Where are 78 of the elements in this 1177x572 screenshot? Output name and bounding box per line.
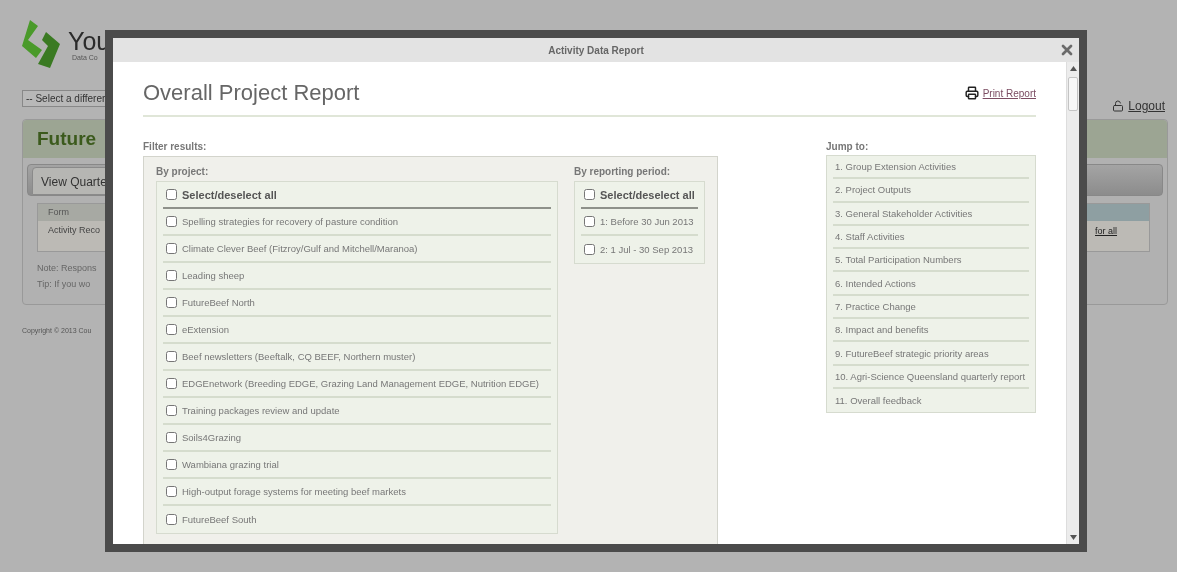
checkbox-label: FutureBeef North	[182, 297, 255, 308]
printer-icon	[964, 86, 979, 100]
jump-link[interactable]: 2. Project Outputs	[833, 179, 1029, 203]
note-text: Note: Respons	[36, 263, 97, 273]
checkbox[interactable]	[166, 351, 177, 362]
checkbox[interactable]	[584, 216, 595, 227]
checkbox-row[interactable]: FutureBeef South	[163, 506, 551, 533]
checkbox-label: 1: Before 30 Jun 2013	[600, 216, 694, 227]
scroll-down-icon[interactable]	[1069, 535, 1077, 540]
checkbox-label: Leading sheep	[182, 270, 245, 281]
checkbox-label: Spelling strategies for recovery of pasture condition	[182, 216, 398, 227]
checkbox[interactable]	[166, 378, 177, 389]
table-link[interactable]: for all	[1095, 221, 1149, 236]
checkbox-label: eExtension	[182, 324, 229, 335]
jump-link[interactable]: 4. Staff Activities	[833, 225, 1029, 250]
lock-icon	[1112, 100, 1125, 112]
checkbox-row[interactable]: 2: 1 Jul - 30 Sep 2013	[581, 236, 698, 263]
checkbox-label: Beef newsletters (Beeftalk, CQ BEEF, Northern muster)	[182, 351, 416, 362]
checkbox-label: EDGEnetwork (Breeding EDGE, Grazing Land Management EDGE, Nutrition EDGE)	[182, 378, 539, 389]
checkbox-row[interactable]: Soils4Grazing	[163, 425, 551, 452]
checkbox-label: Training packages review and update	[182, 405, 340, 416]
checkbox[interactable]	[166, 514, 177, 525]
checkbox[interactable]	[166, 324, 177, 335]
checkbox-row[interactable]: FutureBeef North	[163, 290, 551, 317]
checkbox-row[interactable]: eExtension	[163, 317, 551, 344]
checkbox-row[interactable]: Spelling strategies for recovery of pasture condition	[163, 209, 551, 236]
checkbox-row[interactable]: Climate Clever Beef (Fitzroy/Gulf and Mitchell/Maranoa)	[163, 236, 551, 263]
checkbox-row[interactable]: High-output forage systems for meeting beef markets	[163, 479, 551, 506]
checkbox[interactable]	[166, 270, 177, 281]
checkbox-label: 2: 1 Jul - 30 Sep 2013	[600, 244, 693, 255]
scroll-up-icon[interactable]	[1069, 66, 1077, 71]
print-report-link[interactable]: Print Report	[964, 86, 1036, 100]
checkbox-row[interactable]: Beef newsletters (Beeftalk, CQ BEEF, Northern muster)	[163, 344, 551, 371]
checkbox-label: Wambiana grazing trial	[182, 459, 279, 470]
checkbox-row[interactable]: Leading sheep	[163, 263, 551, 290]
checkbox[interactable]	[166, 432, 177, 443]
jump-link[interactable]: 11. Overall feedback	[833, 388, 1029, 413]
checkbox[interactable]	[166, 459, 177, 470]
checkbox-label: Soils4Grazing	[182, 432, 242, 443]
note-text: Tip: If you wo	[36, 279, 91, 289]
group-label: By reporting period:	[574, 166, 672, 177]
logout-link[interactable]: Logout	[1112, 99, 1165, 113]
panel-title: Future	[37, 128, 97, 150]
group-label: By project:	[156, 166, 210, 177]
checkbox[interactable]	[166, 405, 177, 416]
checkbox[interactable]	[584, 189, 595, 200]
checkbox[interactable]	[584, 244, 595, 255]
jump-link[interactable]: 5. Total Participation Numbers	[833, 249, 1029, 273]
jump-link[interactable]: 1. Group Extension Activities	[833, 156, 1029, 180]
checkbox-label: FutureBeef South	[182, 514, 257, 525]
report-heading: Overall Project Report	[143, 80, 360, 106]
jump-link[interactable]: 8. Impact and benefits	[833, 319, 1029, 343]
checkbox[interactable]	[166, 297, 177, 308]
jump-link[interactable]: 3. General Stakeholder Activities	[833, 202, 1029, 226]
jump-link[interactable]: 10. Agri-Science Queensland quarterly report	[833, 365, 1029, 389]
jump-label: Jump to:	[826, 141, 870, 152]
checkbox-row[interactable]: Select/deselect all	[581, 182, 698, 209]
dialog-title: Activity Data Report	[548, 44, 644, 56]
jump-link[interactable]: 9. FutureBeef strategic priority areas	[833, 342, 1029, 366]
checkbox-row[interactable]: Wambiana grazing trial	[163, 452, 551, 479]
checkbox[interactable]	[166, 189, 177, 200]
table-cell-text: Activity Reco	[47, 224, 101, 237]
checkbox-row[interactable]: 1: Before 30 Jun 2013	[581, 209, 698, 236]
filter-label: Filter results:	[143, 141, 208, 152]
checkbox[interactable]	[166, 216, 177, 227]
jump-link[interactable]: 6. Intended Actions	[833, 272, 1029, 296]
checkbox-row[interactable]: EDGEnetwork (Breeding EDGE, Grazing Land Management EDGE, Nutrition EDGE)	[163, 371, 551, 398]
checkbox[interactable]	[166, 243, 177, 254]
checkbox[interactable]	[166, 486, 177, 497]
checkbox-label: Select/deselect all	[600, 188, 695, 201]
close-button[interactable]	[1059, 42, 1075, 58]
checkbox-row[interactable]: Training packages review and update	[163, 398, 551, 425]
scroll-thumb[interactable]	[1068, 77, 1078, 111]
jump-link[interactable]: 7. Practice Change	[833, 295, 1029, 320]
checkbox-label: Select/deselect all	[182, 188, 277, 201]
checkbox-row[interactable]: Select/deselect all	[163, 182, 551, 209]
checkbox-label: High-output forage systems for meeting beef markets	[182, 486, 406, 497]
checkbox-label: Climate Clever Beef (Fitzroy/Gulf and Mitchell/Maranoa)	[182, 243, 418, 254]
